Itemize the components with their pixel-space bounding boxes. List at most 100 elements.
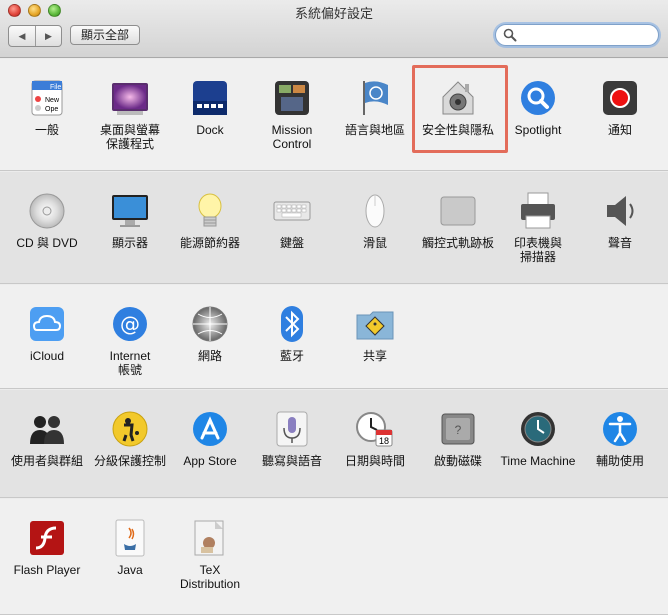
pane-row-5: Flash Player Java TeX Distribution	[0, 499, 668, 615]
mission-control-icon	[275, 81, 309, 115]
pane-tex-distribution[interactable]: TeX Distribution	[170, 517, 250, 591]
pane-network[interactable]: 網路	[170, 303, 250, 363]
pane-accessibility[interactable]: 輔助使用	[580, 408, 660, 468]
pane-label: Dock	[196, 123, 224, 137]
search-field[interactable]	[495, 24, 659, 46]
energy-saver-icon	[198, 193, 222, 227]
pane-label: 分級保護控制	[93, 454, 166, 468]
startup-disk-icon: ?	[441, 413, 475, 445]
pane-label: 藍牙	[279, 349, 304, 363]
pane-sound[interactable]: 聲音	[580, 190, 660, 250]
calendar-date-badge: 18	[379, 436, 389, 446]
date-time-icon: 18	[356, 412, 393, 447]
pane-label: 輔助使用	[595, 454, 644, 468]
pane-row-2: CD 與 DVD 顯示器 能源節約器 鍵盤 滑鼠 觸控式軌跡板 印表機與 掃描器 聲音	[0, 172, 668, 284]
pane-label: iCloud	[29, 349, 65, 363]
pane-desktop-screensaver[interactable]: 桌面與螢幕 保護程式	[90, 77, 170, 151]
pane-row-1: File New Ope 一般 桌面與螢幕 保護程式 Dock Mission Control 語…	[0, 59, 668, 171]
pane-label: CD 與 DVD	[16, 236, 78, 250]
back-button[interactable]: ◀	[9, 26, 35, 46]
pane-dictation-speech[interactable]: 聽寫與語音	[252, 408, 332, 468]
sound-icon	[607, 196, 634, 226]
flash-player-icon	[30, 521, 64, 555]
pane-notifications[interactable]: 通知	[580, 77, 660, 137]
pane-flash-player[interactable]: Flash Player	[7, 517, 87, 577]
pane-label: TeX Distribution	[179, 563, 241, 591]
pane-energy-saver[interactable]: 能源節約器	[170, 190, 250, 250]
network-icon	[192, 306, 228, 342]
pane-label: 共享	[362, 349, 387, 363]
pane-label: 啟動磁碟	[433, 454, 482, 468]
pane-label: 網路	[197, 349, 222, 363]
svg-text:File: File	[50, 84, 61, 91]
pane-sharing[interactable]: 共享	[335, 303, 415, 363]
window-title: 系統偏好設定	[294, 6, 373, 21]
notifications-icon	[603, 81, 637, 115]
title-bar: 系統偏好設定 ◀ ▶ 顯示全部	[0, 0, 668, 58]
pane-startup-disk[interactable]: ? 啟動磁碟	[418, 408, 498, 468]
pane-displays[interactable]: 顯示器	[90, 190, 170, 250]
pane-icloud[interactable]: iCloud	[7, 303, 87, 363]
pane-printers-scanners[interactable]: 印表機與 掃描器	[498, 190, 578, 264]
pane-label: Flash Player	[13, 563, 81, 577]
users-groups-icon	[30, 416, 64, 444]
pane-internet-accounts[interactable]: @ Internet 帳號	[90, 303, 170, 377]
pane-label: App Store	[183, 454, 237, 468]
general-icon: File New Ope	[31, 80, 63, 116]
svg-text:Ope: Ope	[45, 106, 58, 113]
pane-label: 聽寫與語音	[261, 454, 322, 468]
pane-spotlight[interactable]: Spotlight	[498, 77, 578, 137]
system-preferences-window: 系統偏好設定 ◀ ▶ 顯示全部 File New Ope 一般 桌面與螢幕 保護程式 Doc…	[0, 0, 668, 615]
displays-icon	[112, 195, 148, 227]
trackpad-icon	[440, 196, 476, 226]
pane-label: Java	[117, 563, 143, 577]
pane-parental-controls[interactable]: 分級保護控制	[90, 408, 170, 468]
tex-distribution-icon	[194, 520, 224, 556]
internet-accounts-icon: @	[113, 307, 147, 341]
keyboard-icon	[273, 201, 311, 221]
app-store-icon	[193, 412, 227, 446]
pane-label: 日期與時間	[344, 454, 405, 468]
pane-keyboard[interactable]: 鍵盤	[252, 190, 332, 250]
mouse-icon	[365, 194, 385, 228]
selection-highlight	[412, 65, 508, 153]
pane-label: 通知	[607, 123, 632, 137]
pane-label: 鍵盤	[279, 236, 304, 250]
svg-text:@: @	[120, 312, 140, 336]
pane-label: 能源節約器	[179, 236, 240, 250]
svg-text:New: New	[45, 97, 60, 104]
pane-label: 聲音	[607, 236, 632, 250]
pane-label: Time Machine	[500, 454, 576, 468]
pane-time-machine[interactable]: Time Machine	[498, 408, 578, 468]
pane-app-store[interactable]: App Store	[170, 408, 250, 468]
pane-label: Spotlight	[514, 123, 562, 137]
pane-label: Internet 帳號	[109, 349, 151, 377]
pane-cd-dvd[interactable]: CD 與 DVD	[7, 190, 87, 250]
pane-date-time[interactable]: 18 日期與時間	[335, 408, 415, 468]
pane-label: 顯示器	[111, 236, 148, 250]
pane-java[interactable]: Java	[90, 517, 170, 577]
pane-row-4: 使用者與群組 分級保護控制 App Store 聽寫與語音 18 日期與時間? 啟動磁碟 Ti…	[0, 390, 668, 498]
show-all-button[interactable]: 顯示全部	[70, 25, 141, 45]
search-icon	[503, 28, 517, 42]
spotlight-icon	[521, 81, 555, 115]
pane-trackpad[interactable]: 觸控式軌跡板	[418, 190, 498, 250]
search-input[interactable]	[520, 28, 650, 42]
java-icon	[115, 519, 145, 557]
pane-label: 桌面與螢幕 保護程式	[99, 123, 160, 151]
pane-general[interactable]: File New Ope 一般	[7, 77, 87, 137]
pane-label: 印表機與 掃描器	[513, 236, 562, 264]
pane-bluetooth[interactable]: 藍牙	[252, 303, 332, 363]
pane-users-groups[interactable]: 使用者與群組	[7, 408, 87, 468]
forward-button[interactable]: ▶	[35, 26, 61, 46]
pane-label: 語言與地區	[344, 123, 405, 137]
pane-label: 觸控式軌跡板	[421, 236, 494, 250]
cd-dvd-icon	[29, 193, 65, 229]
pane-dock[interactable]: Dock	[170, 77, 250, 137]
pane-language-region[interactable]: 語言與地區	[335, 77, 415, 137]
sharing-icon	[356, 311, 394, 340]
pane-mission-control[interactable]: Mission Control	[252, 77, 332, 151]
accessibility-icon	[603, 412, 637, 446]
pane-mouse[interactable]: 滑鼠	[335, 190, 415, 250]
parental-controls-icon	[112, 411, 148, 447]
